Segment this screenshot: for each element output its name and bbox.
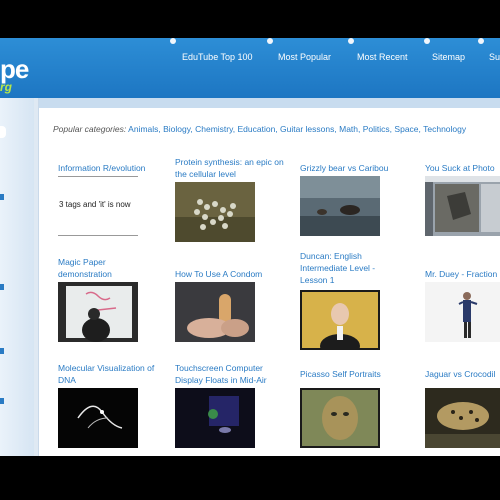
thumbnail-text: 3 tags and 'it' is now (59, 200, 131, 209)
fraction-thumbnail-image (425, 282, 500, 342)
popular-categories-label: Popular categories: (53, 124, 127, 134)
video-thumbnail[interactable] (58, 388, 138, 448)
category-guitar-lessons[interactable]: Guitar lessons, (280, 124, 337, 134)
nav-sitemap[interactable]: Sitemap (432, 52, 465, 62)
video-title[interactable]: Jaguar vs Crocodil (425, 368, 500, 380)
video-thumbnail[interactable] (58, 282, 138, 342)
video-thumbnail[interactable] (300, 176, 380, 236)
video-thumbnail[interactable] (425, 388, 500, 448)
nav-most-popular[interactable]: Most Popular (278, 52, 331, 62)
browser-screen: pe rg EduTube Top 100 Most Popular Most … (0, 38, 500, 456)
nav-most-recent[interactable]: Most Recent (357, 52, 408, 62)
nav-separator-dot (424, 38, 430, 44)
video-title[interactable]: Protein synthesis: an epic on the cellul… (175, 156, 285, 180)
video-card: Magic Paper demonstration (58, 256, 168, 280)
video-card: Picasso Self Portraits (300, 368, 410, 380)
dna-thumbnail-image (58, 388, 138, 448)
nav-edutube-top-100[interactable]: EduTube Top 100 (182, 52, 253, 62)
video-card: Grizzly bear vs Caribou (300, 162, 410, 174)
content-top-bar (39, 98, 500, 108)
video-thumbnail[interactable] (175, 388, 255, 448)
video-card: Molecular Visualization of DNA (58, 362, 168, 386)
category-chemistry[interactable]: Chemistry, (195, 124, 235, 134)
sidebar-link-fragment[interactable] (0, 284, 4, 290)
site-logo-tagline: rg (0, 80, 12, 94)
video-card: Duncan: English Intermediate Level - Les… (300, 250, 410, 286)
video-title[interactable]: Touchscreen Computer Display Floats in M… (175, 362, 285, 386)
jaguar-thumbnail-image (425, 388, 500, 448)
video-card: Touchscreen Computer Display Floats in M… (175, 362, 285, 386)
video-thumbnail[interactable] (175, 282, 255, 342)
sidebar-link-fragment[interactable] (0, 348, 4, 354)
video-title[interactable]: Duncan: English Intermediate Level - Les… (300, 250, 390, 286)
nav-support[interactable]: Su (489, 52, 500, 62)
duncan-thumbnail-image (300, 290, 380, 350)
video-title[interactable]: Information R/evolution (58, 162, 168, 174)
video-title[interactable]: Mr. Duey - Fraction (425, 268, 500, 280)
category-technology[interactable]: Technology (423, 124, 466, 134)
video-title[interactable]: You Suck at Photo (425, 162, 500, 174)
photoshop-thumbnail-image (425, 176, 500, 236)
left-sidebar (0, 98, 34, 456)
sidebar-link-fragment[interactable] (0, 398, 4, 404)
category-politics[interactable]: Politics, (363, 124, 392, 134)
nav-separator-dot (170, 38, 176, 44)
condom-thumbnail-image (175, 282, 255, 342)
magic-paper-thumbnail-image (58, 282, 138, 342)
video-thumbnail[interactable] (175, 182, 255, 242)
video-title[interactable]: Magic Paper demonstration (58, 256, 138, 280)
nav-separator-dot (478, 38, 484, 44)
sidebar-search-box[interactable] (0, 126, 6, 138)
picasso-thumbnail-image (300, 388, 380, 448)
nav-separator-dot (267, 38, 273, 44)
video-card: Protein synthesis: an epic on the cellul… (175, 156, 285, 180)
category-animals[interactable]: Animals, (128, 124, 161, 134)
video-thumbnail[interactable] (425, 176, 500, 236)
video-title[interactable]: Molecular Visualization of DNA (58, 362, 168, 386)
video-card: How To Use A Condom (175, 268, 285, 280)
category-biology[interactable]: Biology, (163, 124, 193, 134)
category-education[interactable]: Education, (237, 124, 277, 134)
touchscreen-thumbnail-image (175, 388, 255, 448)
grizzly-thumbnail-image (300, 176, 380, 236)
video-thumbnail[interactable] (425, 282, 500, 342)
site-header: pe rg EduTube Top 100 Most Popular Most … (0, 38, 500, 98)
popular-categories: Popular categories: Animals, Biology, Ch… (53, 124, 466, 134)
video-title[interactable]: Picasso Self Portraits (300, 368, 410, 380)
video-thumbnail[interactable] (300, 388, 380, 448)
video-thumbnail[interactable] (300, 290, 380, 350)
category-space[interactable]: Space, (394, 124, 420, 134)
sidebar-link-fragment[interactable] (0, 194, 4, 200)
category-math[interactable]: Math, (339, 124, 360, 134)
video-title[interactable]: How To Use A Condom (175, 268, 285, 280)
video-thumbnail[interactable]: 3 tags and 'it' is now (58, 176, 138, 236)
video-title[interactable]: Grizzly bear vs Caribou (300, 162, 410, 174)
video-card: Mr. Duey - Fraction (425, 268, 500, 280)
video-card: Information R/evolution (58, 162, 168, 174)
video-card: You Suck at Photo (425, 162, 500, 174)
video-card: Jaguar vs Crocodil (425, 368, 500, 380)
protein-thumbnail-image (175, 182, 255, 242)
main-content: Popular categories: Animals, Biology, Ch… (38, 98, 500, 456)
nav-separator-dot (348, 38, 354, 44)
